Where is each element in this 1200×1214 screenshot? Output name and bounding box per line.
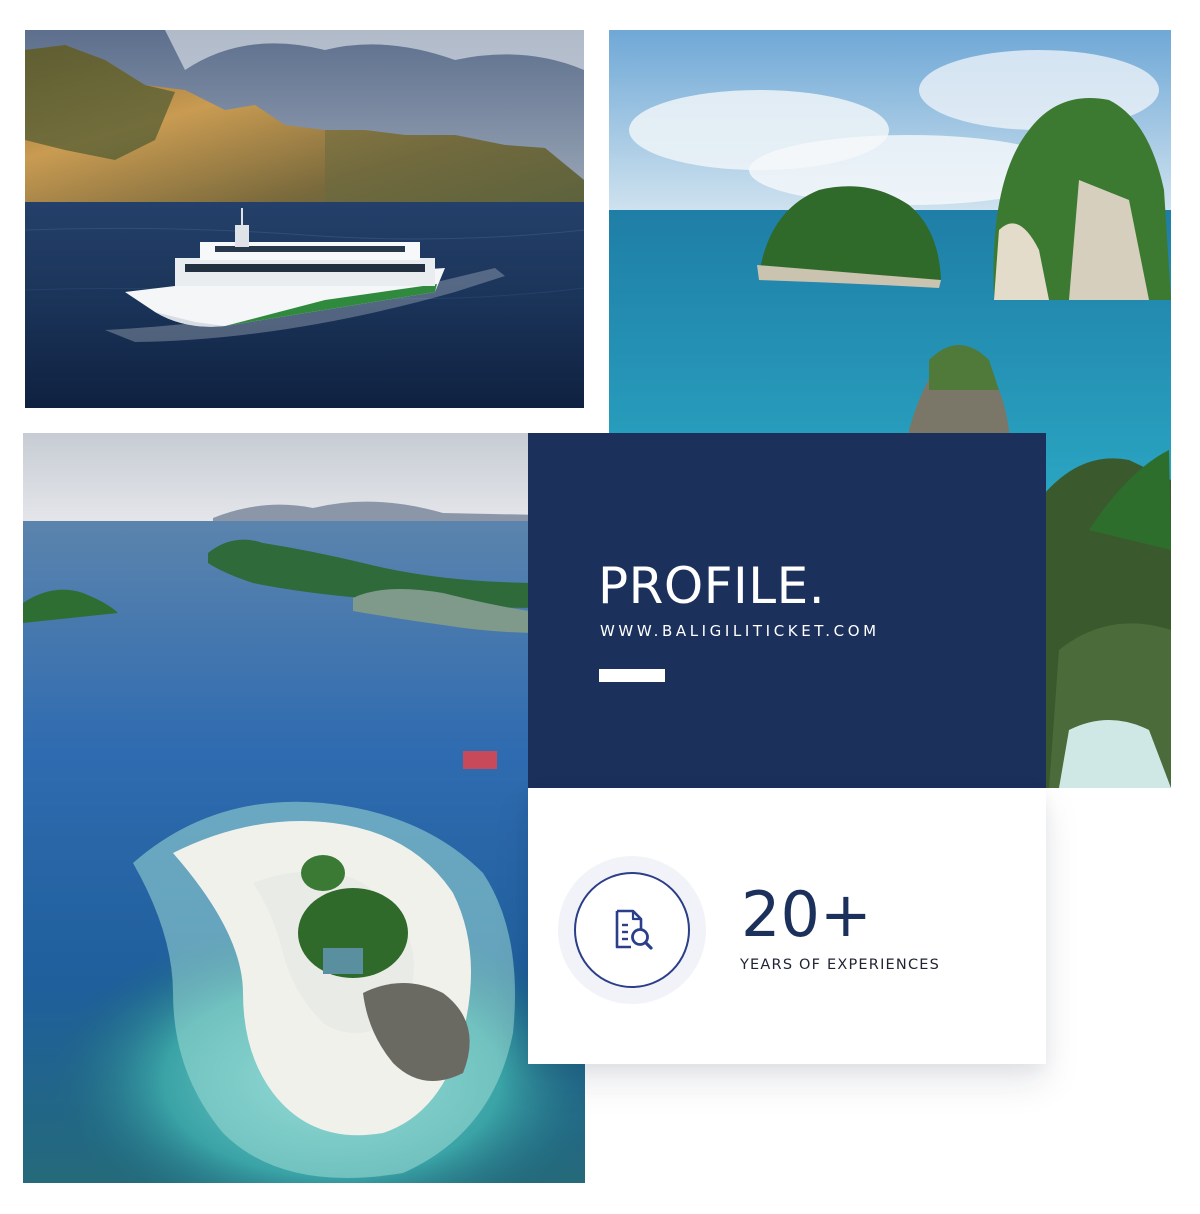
stat-label: YEARS OF EXPERIENCES: [740, 957, 941, 973]
profile-title: PROFILE.: [598, 557, 826, 615]
profile-card: PROFILE. WWW.BALIGILITICKET.COM: [528, 433, 1046, 788]
document-search-icon: [609, 907, 655, 953]
stat-value: 20+: [741, 878, 872, 951]
island-aerial-photo: [23, 433, 585, 1183]
website-url[interactable]: WWW.BALIGILITICKET.COM: [600, 622, 880, 640]
ferry-photo: [25, 30, 584, 408]
stat-badge: [558, 856, 706, 1004]
title-divider: [599, 669, 665, 682]
experience-stat-card: 20+ YEARS OF EXPERIENCES: [528, 788, 1046, 1064]
stat-badge-ring: [574, 872, 690, 988]
